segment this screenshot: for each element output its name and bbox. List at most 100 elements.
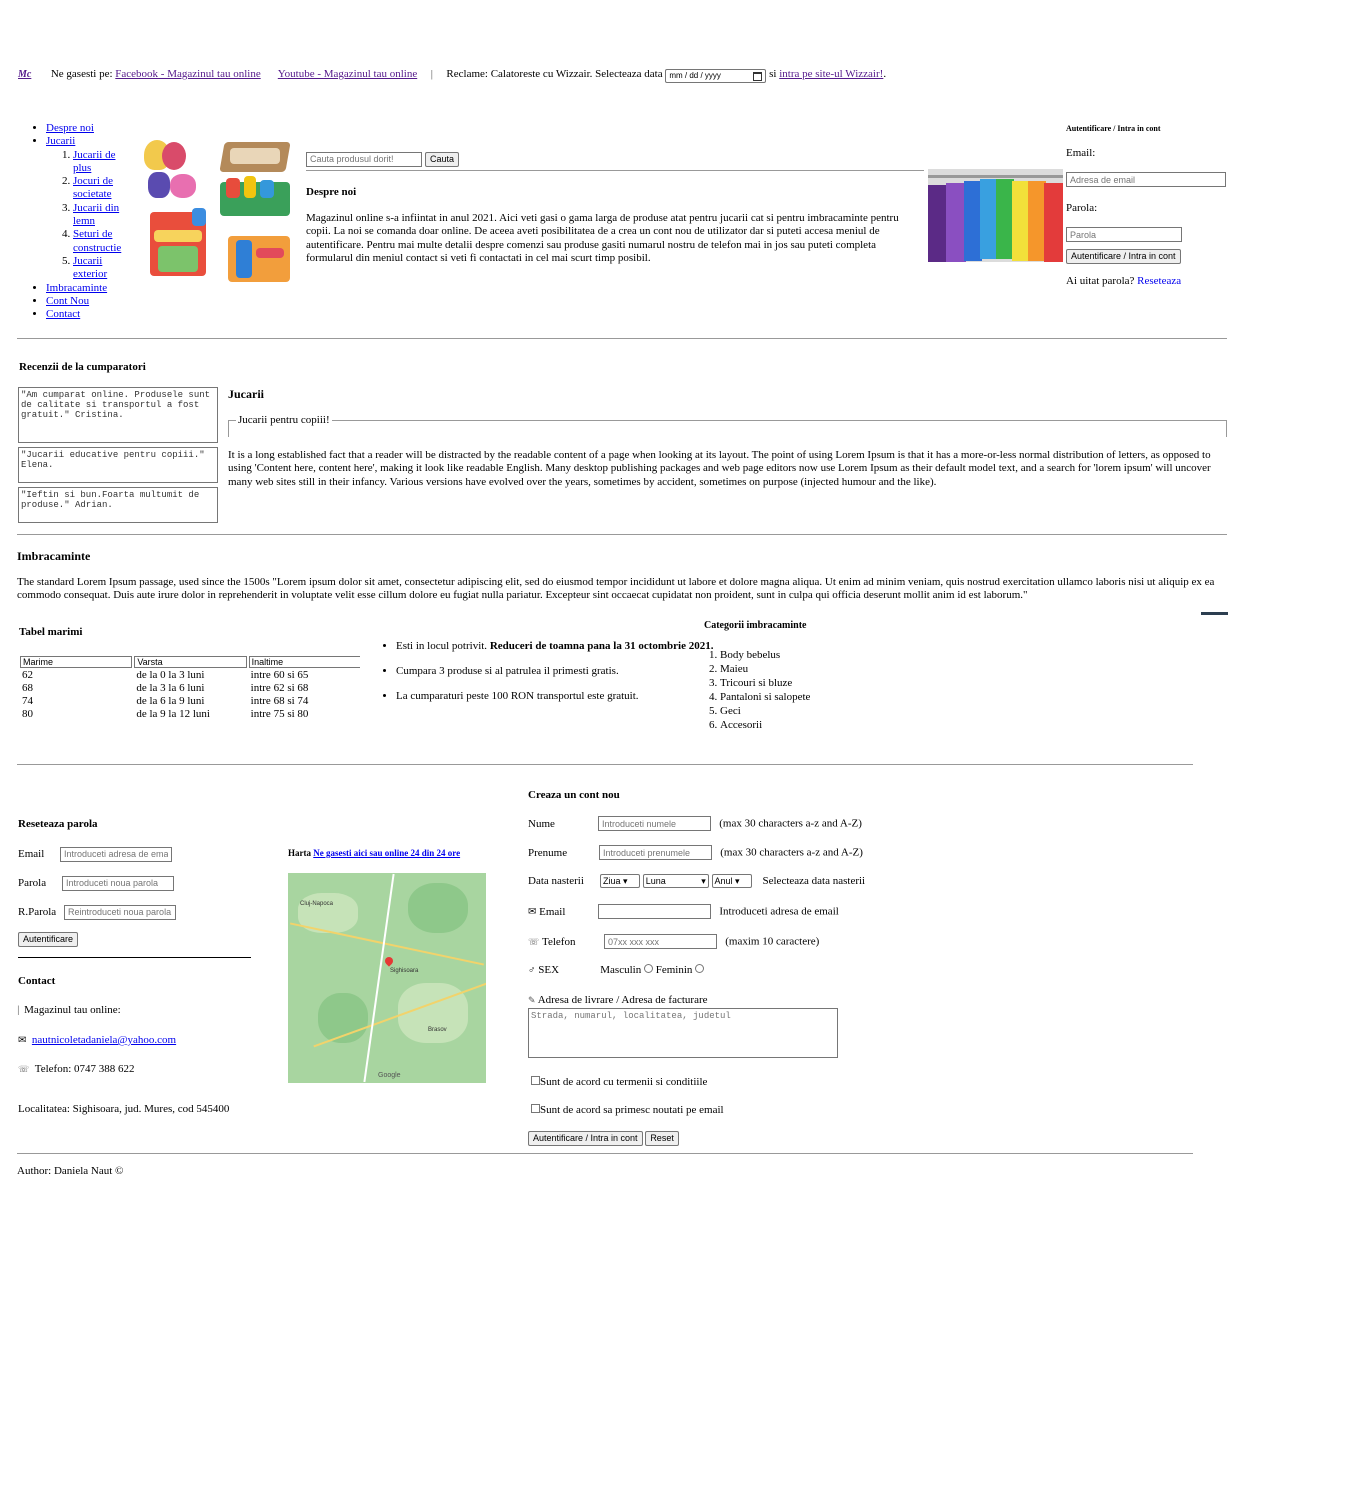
- review-box[interactable]: "Ieftin si bun.Foarta multumit de produs…: [18, 487, 218, 523]
- and-text: si: [769, 68, 777, 80]
- signup-email-input[interactable]: [598, 904, 712, 919]
- nav-item-imbracaminte[interactable]: Imbracaminte: [46, 282, 133, 295]
- news-checkbox[interactable]: [531, 1104, 540, 1113]
- nav-item-jucarii[interactable]: Jucarii Jucarii de plus Jocuri de societ…: [46, 135, 133, 281]
- nav-link-despre-noi[interactable]: Despre noi: [46, 122, 94, 134]
- subnav-link-constructie[interactable]: Seturi de constructie: [73, 228, 121, 253]
- nav-item-despre-noi[interactable]: Despre noi: [46, 122, 133, 135]
- table-row: 74 de la 6 la 9 luni intre 68 si 74: [20, 695, 360, 707]
- login-password-input[interactable]: [1066, 227, 1182, 242]
- ad-text: Reclame: Calatoreste cu Wizzair. Selecte…: [446, 68, 663, 80]
- nav-link-imbracaminte[interactable]: Imbracaminte: [46, 282, 107, 294]
- size-table-title: Tabel marimi: [19, 626, 83, 638]
- signup-reset-button[interactable]: Reset: [645, 1131, 679, 1146]
- main-nav: Despre noi Jucarii Jucarii de plus Jocur…: [18, 122, 133, 321]
- date-placeholder: mm / dd / yyyy: [669, 71, 721, 80]
- login-button[interactable]: Autentificare / Intra in cont: [1066, 249, 1181, 264]
- login-panel: Autentificare / Intra in cont Email: Par…: [1066, 124, 1231, 287]
- subnav-link-societate[interactable]: Jocuri de societate: [73, 175, 113, 200]
- signup-submit-button[interactable]: Autentificare / Intra in cont: [528, 1131, 643, 1146]
- subnav-link-lemn[interactable]: Jucarii din lemn: [73, 202, 119, 227]
- year-select[interactable]: Anul ▾: [711, 874, 752, 888]
- subnav-item[interactable]: Jucarii exterior: [73, 255, 133, 282]
- subnav-item[interactable]: Jucarii de plus: [73, 149, 133, 176]
- telephone-icon: ☏: [528, 936, 540, 947]
- facebook-link[interactable]: Facebook - Magazinul tau online: [115, 68, 260, 80]
- reset-submit-button[interactable]: Autentificare: [18, 932, 79, 947]
- calendar-icon[interactable]: [753, 72, 763, 81]
- gender-icon: ♂: [528, 965, 536, 976]
- address-textarea[interactable]: [528, 1008, 838, 1058]
- nav-item-contact[interactable]: Contact: [46, 308, 133, 321]
- youtube-link[interactable]: Youtube - Magazinul tau online: [278, 68, 417, 80]
- table-cell: de la 9 la 12 luni: [136, 708, 210, 720]
- subnav-link-plus[interactable]: Jucarii de plus: [73, 149, 115, 174]
- search-button[interactable]: Cauta: [425, 152, 460, 167]
- name-input[interactable]: [598, 816, 711, 831]
- email-icon: ✉: [528, 906, 537, 918]
- table-cell: 80: [22, 708, 33, 720]
- reset-email-input[interactable]: [60, 846, 172, 862]
- nav-link-cont-nou[interactable]: Cont Nou: [46, 295, 89, 307]
- subnav-item[interactable]: Jocuri de societate: [73, 175, 133, 202]
- surname-input[interactable]: [599, 845, 712, 860]
- terms-checkbox[interactable]: [531, 1076, 540, 1085]
- table-header: Inaltime: [248, 656, 360, 668]
- male-radio[interactable]: [643, 964, 653, 973]
- forgot-password-text: Ai uitat parola?: [1066, 275, 1135, 287]
- reset-password-link[interactable]: Reseteaza: [1137, 275, 1181, 287]
- contact-title: Contact: [18, 975, 56, 987]
- reset-repeat-label: R.Parola: [18, 906, 57, 918]
- category-item: Accesorii: [720, 718, 810, 732]
- logo[interactable]: Mc: [18, 69, 31, 80]
- table-row: 68 de la 3 la 6 luni intre 62 si 68: [20, 682, 360, 694]
- pencil-icon: ✎: [528, 995, 536, 1005]
- nav-link-jucarii[interactable]: Jucarii: [46, 135, 75, 147]
- map-pin-icon[interactable]: [383, 955, 395, 967]
- reset-repeat-input[interactable]: [64, 904, 176, 920]
- table-cell: intre 60 si 65: [250, 669, 309, 681]
- month-select[interactable]: Luna ▾: [642, 874, 709, 888]
- phone-input[interactable]: [604, 934, 718, 949]
- review-box[interactable]: "Am cumparat online. Produsele sunt de c…: [18, 387, 218, 443]
- divider: [18, 957, 251, 958]
- subnav-link-exterior[interactable]: Jucarii exterior: [73, 255, 107, 280]
- nav-item-cont-nou[interactable]: Cont Nou: [46, 295, 133, 308]
- top-bar: Mc Ne gasesti pe: Facebook - Magazinul t…: [18, 68, 1218, 84]
- contact-email: ✉ nautnicoletadaniela@yahoo.com: [18, 1034, 176, 1046]
- map-link[interactable]: Ne gasesti aici sau online 24 din 24 ore: [313, 848, 460, 858]
- day-select[interactable]: Ziua ▾: [600, 874, 640, 888]
- nav-link-contact[interactable]: Contact: [46, 308, 80, 320]
- promo-item: Cumpara 3 produse si al patrulea il prim…: [396, 665, 726, 677]
- category-item: Body bebelus: [720, 648, 810, 662]
- wizzair-link[interactable]: intra pe site-ul Wizzair!: [779, 68, 883, 80]
- female-radio[interactable]: [695, 964, 705, 973]
- about-title: Despre noi: [306, 186, 357, 198]
- category-item: Geci: [720, 704, 810, 718]
- category-item: Pantaloni si salopete: [720, 690, 810, 704]
- login-email-input[interactable]: [1066, 172, 1226, 187]
- divider: [17, 764, 1193, 765]
- subnav-item[interactable]: Jucarii din lemn: [73, 202, 133, 229]
- review-box[interactable]: "Jucarii educative pentru copiii." Elena…: [18, 447, 218, 483]
- male-label: Masculin: [600, 964, 642, 976]
- search-input[interactable]: [306, 151, 422, 167]
- female-label: Feminin: [655, 964, 693, 976]
- reset-form: Email Parola R.Parola Autentificare: [18, 846, 176, 947]
- table-row: 62 de la 0 la 3 luni intre 60 si 65: [20, 669, 360, 681]
- login-password-label: Parola:: [1066, 202, 1098, 214]
- map-city: Cluj-Napoca: [300, 901, 334, 907]
- date-input[interactable]: mm / dd / yyyy: [665, 69, 767, 83]
- map-embed[interactable]: Cluj-Napoca Sighisoara Brasov Google: [288, 873, 486, 1083]
- envelope-icon: ✉: [18, 1035, 27, 1046]
- reset-title: Reseteaza parola: [18, 818, 98, 830]
- contact-email-link[interactable]: nautnicoletadaniela@yahoo.com: [32, 1034, 176, 1046]
- subnav-item[interactable]: Seturi de constructie: [73, 228, 133, 255]
- reset-password-input[interactable]: [62, 875, 174, 891]
- table-cell: intre 75 si 80: [250, 708, 309, 720]
- reviews-title: Recenzii de la cumparatori: [19, 361, 146, 373]
- name-label: Nume: [528, 817, 555, 830]
- map-city: Sighisoara: [390, 968, 419, 974]
- table-cell: intre 68 si 74: [250, 695, 309, 707]
- footer-author: Author: Daniela Naut ©: [17, 1165, 124, 1177]
